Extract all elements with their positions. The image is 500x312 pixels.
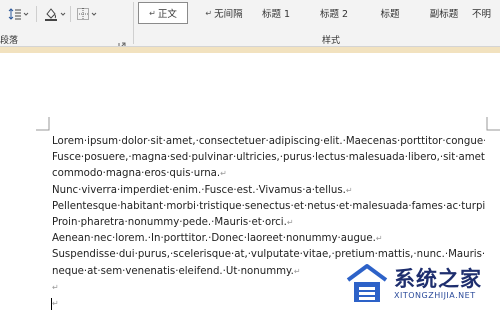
style-subtitle[interactable]: 副标题	[422, 2, 466, 24]
style-label: 标题 1	[261, 9, 291, 20]
ribbon: 段落 ↵ 正文 ↵ 无间隔 标题 1 标题 2 标题 副标题 不明 样式	[0, 0, 500, 50]
style-heading-2[interactable]: 标题 2	[314, 2, 354, 24]
dialog-launcher-icon[interactable]	[118, 35, 126, 50]
style-title[interactable]: 标题	[370, 2, 410, 24]
shading-button[interactable]	[43, 5, 66, 23]
borders-icon	[76, 7, 90, 21]
paragraph-mark-icon: ↵	[205, 8, 213, 18]
text-line: Proin·pharetra·nonummy·pede.·Mauris·et·o…	[52, 216, 294, 228]
text-line: commodo·magna·eros·quis·urna.↵	[52, 168, 227, 180]
house-logo-icon	[346, 264, 388, 302]
toolbar-separator	[36, 6, 37, 22]
style-label: 标题 2	[319, 9, 349, 20]
text-line: Lorem·ipsum·dolor·sit·amet,·consectetuer…	[52, 136, 485, 147]
crop-mark-top-right	[486, 117, 500, 131]
style-label: 无间隔	[214, 9, 243, 20]
paragraph-group: 段落	[0, 0, 133, 50]
styles-gallery: ↵ 正文 ↵ 无间隔 标题 1 标题 2 标题 副标题 不明	[134, 0, 500, 28]
page-top-border	[0, 47, 500, 53]
style-heading-1[interactable]: 标题 1	[256, 2, 296, 24]
style-label: 标题	[380, 9, 400, 20]
text-line: Fusce·posuere,·magna·sed·pulvinar·ultric…	[52, 152, 485, 164]
shading-icon	[43, 6, 59, 22]
style-normal[interactable]: ↵ 正文	[138, 2, 188, 24]
site-watermark: 系统之家 XITONGZHIJIA.NET	[338, 256, 500, 312]
chevron-down-icon	[60, 11, 66, 17]
text-line: Aenean·nec·lorem.·In·porttitor.·Donec·la…	[52, 233, 383, 245]
paragraph-mark-icon: ↵	[149, 8, 156, 18]
watermark-chinese-text: 系统之家	[394, 267, 482, 291]
chevron-down-icon	[23, 11, 29, 17]
paragraph-group-label: 段落	[0, 36, 19, 46]
crop-mark-top-left	[36, 117, 50, 131]
text-line: Nunc·viverra·imperdiet·enim.·Fusce·est.·…	[52, 184, 353, 196]
line-spacing-icon	[8, 7, 22, 21]
borders-button[interactable]	[76, 5, 97, 23]
line-spacing-button[interactable]	[8, 5, 29, 23]
style-label: 副标题	[429, 9, 459, 20]
text-line: Pellentesque·habitant·morbi·tristique·se…	[52, 200, 485, 212]
text-cursor	[51, 298, 52, 310]
style-label: 不明	[472, 9, 492, 20]
chevron-down-icon	[91, 11, 97, 17]
style-subtle-emphasis[interactable]: 不明	[472, 2, 500, 24]
watermark-url-text: XITONGZHIJIA.NET	[394, 291, 476, 300]
styles-group-label: 样式	[322, 36, 341, 46]
toolbar-separator	[70, 6, 71, 22]
style-no-spacing[interactable]: ↵ 无间隔	[196, 2, 252, 24]
style-label: 正文	[157, 9, 177, 20]
